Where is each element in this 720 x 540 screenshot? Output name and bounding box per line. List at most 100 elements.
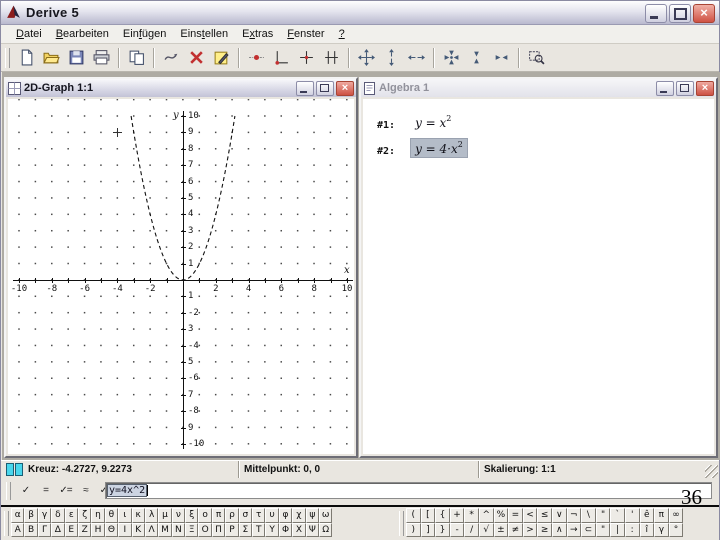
expression-2-selected[interactable]: y = 4·x2: [410, 138, 468, 158]
math-symbol-button[interactable]: °: [668, 522, 684, 537]
math-toolbar-handle[interactable]: [399, 511, 404, 536]
math-symbol-button[interactable]: ≥: [537, 522, 552, 537]
math-symbol-button[interactable]: >: [522, 522, 538, 537]
math-symbol-button[interactable]: ∨: [551, 508, 567, 523]
zoom-out-vertical-button[interactable]: [380, 46, 403, 69]
math-symbol-button[interactable]: /: [464, 522, 479, 537]
zoom-in-both-button[interactable]: [440, 46, 463, 69]
math-symbol-button[interactable]: ': [624, 508, 640, 523]
math-symbol-button[interactable]: π: [654, 508, 669, 523]
title-bar[interactable]: Derive 5 ×: [1, 1, 719, 25]
greek-lower-button[interactable]: φ: [278, 508, 293, 523]
greek-lower-button[interactable]: λ: [144, 508, 159, 523]
greek-upper-button[interactable]: Ο: [198, 522, 212, 537]
greek-upper-button[interactable]: Λ: [144, 522, 159, 537]
greek-upper-button[interactable]: Ψ: [305, 522, 319, 537]
greek-upper-button[interactable]: Κ: [131, 522, 145, 537]
greek-lower-button[interactable]: ξ: [185, 508, 199, 523]
entry-action-button[interactable]: ≈: [77, 482, 94, 499]
menu-item[interactable]: Einstellen: [173, 26, 235, 42]
graph-maximize-button[interactable]: [316, 80, 334, 96]
greek-lower-button[interactable]: δ: [51, 508, 65, 523]
math-symbol-button[interactable]: \: [581, 508, 596, 523]
greek-upper-button[interactable]: Η: [91, 522, 105, 537]
math-symbol-button[interactable]: ¬: [566, 508, 582, 523]
menu-item[interactable]: Fenster: [280, 26, 331, 42]
greek-upper-button[interactable]: Π: [211, 522, 226, 537]
greek-lower-button[interactable]: ο: [198, 508, 212, 523]
greek-upper-button[interactable]: Ε: [64, 522, 78, 537]
cross-cursor[interactable]: [113, 128, 122, 137]
math-symbol-button[interactable]: -: [449, 522, 465, 537]
greek-lower-button[interactable]: κ: [131, 508, 145, 523]
copy-expression-button[interactable]: [125, 46, 148, 69]
greek-upper-button[interactable]: Ι: [118, 522, 132, 537]
greek-upper-button[interactable]: Γ: [37, 522, 52, 537]
math-symbol-button[interactable]: (: [406, 508, 421, 523]
math-symbol-button[interactable]: {: [435, 508, 450, 523]
graph-close-button[interactable]: ×: [336, 80, 354, 96]
algebra-minimize-button[interactable]: [656, 80, 674, 96]
math-symbol-button[interactable]: ]: [420, 522, 436, 537]
axes-origin-button[interactable]: [270, 46, 293, 69]
menu-item[interactable]: Einfügen: [116, 26, 173, 42]
plot-area[interactable]: -10 -8 -6 -4 -2 2 4 6 8 10 10 9 8 7 6 5 4 3 2 1 1 -2 3 -4 5 -6 7-…: [8, 99, 354, 454]
greek-lower-button[interactable]: ι: [118, 508, 132, 523]
greek-upper-button[interactable]: Ω: [318, 522, 333, 537]
graph-minimize-button[interactable]: [296, 80, 314, 96]
zoom-out-both-button[interactable]: [355, 46, 378, 69]
math-symbol-button[interactable]: ê: [639, 508, 655, 523]
greek-upper-button[interactable]: Ν: [171, 522, 186, 537]
entrybar-drag-handle[interactable]: [6, 482, 11, 500]
math-symbol-button[interactable]: →: [566, 522, 582, 537]
math-symbol-button[interactable]: ": [595, 508, 611, 523]
greek-upper-button[interactable]: Δ: [51, 522, 65, 537]
greek-toolbar-handle[interactable]: [4, 511, 9, 536]
greek-lower-button[interactable]: τ: [252, 508, 266, 523]
math-symbol-button[interactable]: ): [406, 522, 421, 537]
entry-action-button[interactable]: =: [37, 482, 54, 499]
greek-lower-button[interactable]: μ: [158, 508, 172, 523]
greek-upper-button[interactable]: Μ: [158, 522, 172, 537]
math-symbol-button[interactable]: +: [449, 508, 465, 523]
zoom-in-vertical-button[interactable]: [465, 46, 488, 69]
greek-lower-button[interactable]: ρ: [225, 508, 239, 523]
greek-lower-button[interactable]: π: [211, 508, 226, 523]
math-symbol-button[interactable]: ±: [493, 522, 509, 537]
greek-upper-button[interactable]: Χ: [292, 522, 306, 537]
menu-item[interactable]: ?: [332, 26, 352, 42]
maximize-button[interactable]: [669, 4, 691, 23]
greek-upper-button[interactable]: Ζ: [77, 522, 92, 537]
greek-lower-button[interactable]: ε: [64, 508, 78, 523]
trace-curve-button[interactable]: [160, 46, 183, 69]
greek-upper-button[interactable]: Θ: [104, 522, 119, 537]
zoom-out-horizontal-button[interactable]: [405, 46, 428, 69]
math-symbol-button[interactable]: ∞: [668, 508, 684, 523]
center-cross-button[interactable]: [295, 46, 318, 69]
algebra-content[interactable]: #1: y = x2 #2: y = 4·x2: [363, 99, 714, 454]
menu-item[interactable]: Extras: [235, 26, 280, 42]
new-document-button[interactable]: [15, 46, 38, 69]
greek-lower-button[interactable]: ζ: [77, 508, 92, 523]
greek-lower-button[interactable]: χ: [292, 508, 306, 523]
minimize-button[interactable]: [645, 4, 667, 23]
math-symbol-button[interactable]: }: [435, 522, 450, 537]
greek-upper-button[interactable]: Ρ: [225, 522, 239, 537]
greek-upper-button[interactable]: Υ: [265, 522, 279, 537]
greek-upper-button[interactable]: Φ: [278, 522, 293, 537]
menu-item[interactable]: Datei: [9, 26, 49, 42]
greek-lower-button[interactable]: η: [91, 508, 105, 523]
math-symbol-button[interactable]: [: [420, 508, 436, 523]
algebra-maximize-button[interactable]: [676, 80, 694, 96]
open-file-button[interactable]: [40, 46, 63, 69]
annotate-button[interactable]: [210, 46, 233, 69]
greek-lower-button[interactable]: υ: [265, 508, 279, 523]
entry-action-button[interactable]: ✓: [17, 482, 34, 499]
greek-lower-button[interactable]: θ: [104, 508, 119, 523]
math-symbol-button[interactable]: ≤: [537, 508, 552, 523]
math-symbol-button[interactable]: ∧: [551, 522, 567, 537]
resize-grip[interactable]: [705, 465, 718, 478]
greek-lower-button[interactable]: β: [24, 508, 38, 523]
math-symbol-button[interactable]: %: [493, 508, 509, 523]
expression-input[interactable]: y=4x^2: [105, 482, 712, 499]
